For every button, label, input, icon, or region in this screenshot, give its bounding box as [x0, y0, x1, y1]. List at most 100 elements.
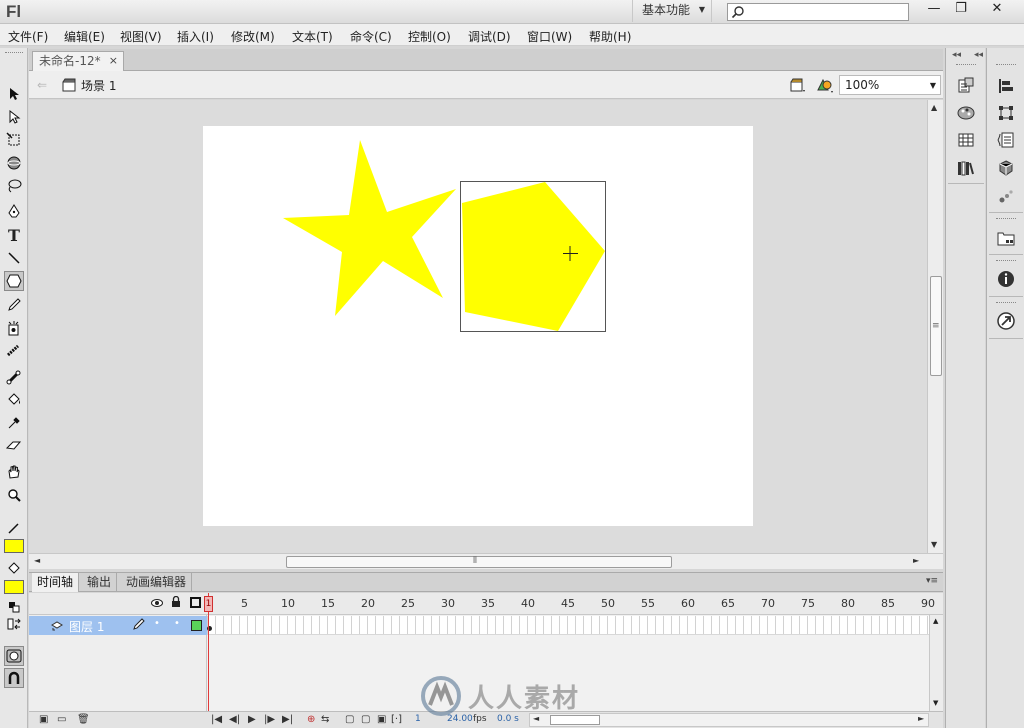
- last-frame-icon[interactable]: ▶|: [282, 714, 293, 725]
- menu-debug[interactable]: 调试(D): [468, 28, 511, 45]
- stroke-color-icon[interactable]: [4, 518, 24, 538]
- free-transform-tool-icon[interactable]: [4, 130, 24, 150]
- eraser-tool-icon[interactable]: [4, 436, 24, 456]
- library-panel-icon[interactable]: [956, 158, 976, 178]
- zoom-tool-icon[interactable]: [4, 485, 24, 505]
- delete-layer-icon[interactable]: 🗑: [77, 714, 90, 725]
- align-grid-panel-icon[interactable]: [956, 130, 976, 150]
- loop-icon[interactable]: ⇆: [321, 714, 329, 725]
- menu-edit[interactable]: 编辑(E): [64, 28, 105, 45]
- collapse-icon[interactable]: ◂◂: [952, 50, 961, 60]
- bone-tool-icon[interactable]: [4, 341, 24, 361]
- actions-panel-icon[interactable]: [996, 130, 1016, 150]
- scrollbar-thumb[interactable]: ⦀: [286, 556, 672, 568]
- timeline-vertical-scrollbar[interactable]: ▲ ▼: [929, 615, 943, 711]
- menu-insert[interactable]: 插入(I): [177, 28, 214, 45]
- selection-tool-icon[interactable]: [4, 84, 24, 104]
- panel-menu-icon[interactable]: ▾≡: [926, 576, 938, 586]
- scroll-up-icon[interactable]: ▲: [933, 617, 938, 625]
- menu-view[interactable]: 视图(V): [120, 28, 162, 45]
- transform-panel-icon[interactable]: [996, 103, 1016, 123]
- paint-bucket-tool-icon[interactable]: [4, 390, 24, 410]
- zoom-select[interactable]: 100% ▼: [839, 75, 941, 95]
- pentagon-shape[interactable]: [462, 182, 605, 331]
- panel-grip[interactable]: [996, 218, 1016, 221]
- pasteboard[interactable]: [29, 100, 927, 553]
- layer-frames-row[interactable]: [207, 616, 929, 635]
- menu-text[interactable]: 文本(T): [292, 28, 333, 45]
- stage[interactable]: [203, 126, 753, 526]
- document-tab[interactable]: 未命名-12* ×: [32, 51, 124, 71]
- project-panel-icon[interactable]: [996, 228, 1016, 248]
- history-panel-icon[interactable]: [996, 311, 1016, 331]
- new-folder-icon[interactable]: ▭: [57, 714, 66, 725]
- motion-presets-panel-icon[interactable]: [996, 186, 1016, 206]
- eyedropper-tool-icon[interactable]: [4, 413, 24, 433]
- center-frame-icon[interactable]: ⊕: [307, 714, 315, 725]
- bind-tool-icon[interactable]: [4, 367, 24, 387]
- play-icon[interactable]: ▶: [248, 714, 256, 725]
- lock-dot-icon[interactable]: •: [174, 618, 180, 629]
- layer-name[interactable]: 图层 1: [69, 618, 104, 635]
- align-panel-icon[interactable]: [996, 76, 1016, 96]
- search-input[interactable]: [748, 5, 906, 19]
- hand-tool-icon[interactable]: [4, 462, 24, 482]
- layer-row[interactable]: 图层 1 • •: [29, 616, 207, 635]
- visibility-dot-icon[interactable]: •: [154, 618, 160, 629]
- lasso-tool-icon[interactable]: [4, 176, 24, 196]
- step-back-icon[interactable]: ◀|: [229, 714, 240, 725]
- panel-grip[interactable]: [996, 260, 1016, 263]
- 3d-rotation-tool-icon[interactable]: [4, 153, 24, 173]
- info-panel-icon[interactable]: [996, 269, 1016, 289]
- panel-grip[interactable]: [996, 64, 1016, 67]
- onion-skin-icon[interactable]: ▢: [345, 714, 354, 725]
- scroll-up-icon[interactable]: ▲: [931, 103, 937, 112]
- outline-icon[interactable]: [190, 597, 201, 608]
- collapse-icon[interactable]: ◂◂: [974, 50, 983, 60]
- stage-vertical-scrollbar[interactable]: ▲ ≡ ▼: [927, 100, 943, 553]
- onion-skin-outlines-icon[interactable]: ▢: [361, 714, 370, 725]
- swap-colors-icon[interactable]: [4, 616, 24, 632]
- menu-control[interactable]: 控制(O): [408, 28, 451, 45]
- components-panel-icon[interactable]: [996, 158, 1016, 178]
- first-frame-icon[interactable]: |◀: [211, 714, 222, 725]
- object-drawing-icon[interactable]: [4, 646, 24, 666]
- close-tab-icon[interactable]: ×: [109, 52, 118, 70]
- workspace-switcher[interactable]: 基本功能 ▼: [632, 0, 712, 22]
- fill-color-icon[interactable]: [4, 558, 24, 578]
- menu-commands[interactable]: 命令(C): [350, 28, 392, 45]
- restore-button[interactable]: ❐: [947, 0, 975, 20]
- stroke-color-swatch[interactable]: [4, 539, 24, 553]
- panel-grip[interactable]: [996, 302, 1016, 305]
- lock-icon[interactable]: [171, 595, 181, 611]
- eye-icon[interactable]: [151, 597, 163, 611]
- new-layer-icon[interactable]: ▣: [39, 714, 48, 725]
- default-colors-icon[interactable]: [4, 600, 24, 614]
- edit-scene-icon[interactable]: [789, 77, 807, 93]
- menu-file[interactable]: 文件(F): [8, 28, 48, 45]
- scrollbar-thumb[interactable]: ≡: [930, 276, 942, 376]
- playhead-handle[interactable]: 1: [204, 596, 213, 612]
- line-tool-icon[interactable]: [4, 248, 24, 268]
- stage-horizontal-scrollbar[interactable]: ◄ ⦀ ►: [29, 553, 943, 569]
- help-search-box[interactable]: [727, 3, 909, 21]
- back-arrow-icon[interactable]: ⇐: [37, 78, 47, 92]
- text-tool-icon[interactable]: T: [4, 225, 24, 245]
- scroll-left-icon[interactable]: ◄: [34, 556, 40, 565]
- menu-modify[interactable]: 修改(M): [231, 28, 275, 45]
- frame-ruler[interactable]: 151015202530354045505560657075808590: [207, 593, 935, 615]
- scroll-down-icon[interactable]: ▼: [933, 699, 938, 707]
- edit-multiple-frames-icon[interactable]: ▣: [377, 714, 386, 725]
- close-window-button[interactable]: ✕: [983, 0, 1011, 20]
- step-forward-icon[interactable]: |▶: [264, 714, 275, 725]
- layer-color-outline-icon[interactable]: [191, 620, 202, 631]
- tab-motion-editor[interactable]: 动画编辑器: [121, 573, 193, 592]
- scroll-right-icon[interactable]: ►: [913, 556, 919, 565]
- scene-label[interactable]: 场景 1: [81, 77, 116, 94]
- subselection-tool-icon[interactable]: [4, 107, 24, 127]
- scroll-right-icon[interactable]: ►: [918, 714, 924, 723]
- tab-timeline[interactable]: 时间轴: [32, 573, 80, 592]
- stage-canvas[interactable]: [203, 126, 753, 526]
- properties-panel-icon[interactable]: [956, 76, 976, 96]
- edit-symbol-icon[interactable]: [815, 76, 835, 94]
